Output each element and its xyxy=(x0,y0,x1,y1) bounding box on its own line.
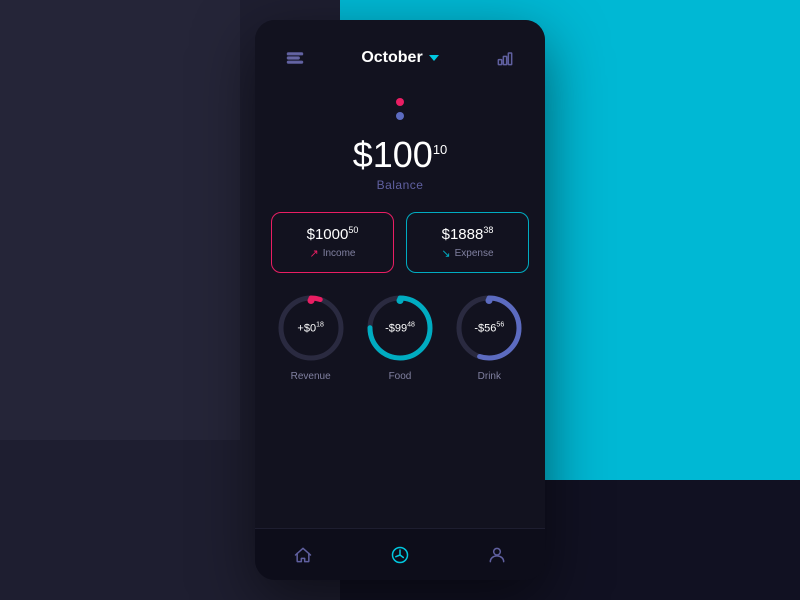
circle-ring-revenue: +$018 xyxy=(276,293,346,363)
expense-bottom: ↘ Expense xyxy=(441,247,493,260)
income-value: $1000 xyxy=(307,226,349,243)
nav-home[interactable] xyxy=(283,535,323,575)
expense-cents: 38 xyxy=(483,225,493,235)
circle-value-revenue: +$018 xyxy=(297,322,323,335)
circle-label-revenue: Revenue xyxy=(291,371,331,382)
menu-icon[interactable] xyxy=(275,38,315,78)
phone-card: October $10010 Balance xyxy=(255,20,545,580)
main-content: $10010 Balance $100050 ↗ Income $188838 xyxy=(255,88,545,528)
balance-cents: 10 xyxy=(433,142,447,157)
circle-ring-food: -$9948 xyxy=(365,293,435,363)
dot-red xyxy=(396,98,404,106)
circle-revenue[interactable]: +$018 Revenue xyxy=(276,293,346,382)
month-selector[interactable]: October xyxy=(361,49,438,67)
expense-value: $1888 xyxy=(442,226,484,243)
dot-blue xyxy=(396,112,404,120)
circles-row: +$018 Revenue -$9948 Food -$5656 xyxy=(271,293,529,382)
circle-value-drink: -$5656 xyxy=(474,322,504,335)
income-arrow-icon: ↗ xyxy=(309,247,318,260)
cards-row: $100050 ↗ Income $188838 ↘ Expense xyxy=(271,212,529,273)
circle-dot-food xyxy=(396,297,403,304)
circle-food[interactable]: -$9948 Food xyxy=(365,293,435,382)
expense-amount: $188838 xyxy=(442,225,494,243)
header: October xyxy=(255,20,545,88)
dropdown-arrow-icon xyxy=(429,55,439,61)
expense-label: Expense xyxy=(455,248,494,259)
circle-dot-drink xyxy=(486,297,493,304)
nav-profile[interactable] xyxy=(477,535,517,575)
expense-arrow-icon: ↘ xyxy=(441,247,450,260)
dots-indicator xyxy=(396,98,404,120)
bottom-nav xyxy=(255,528,545,580)
balance-main: $100 xyxy=(353,134,433,175)
balance-label: Balance xyxy=(353,178,448,192)
circle-value-food: -$9948 xyxy=(385,322,415,335)
income-label: Income xyxy=(323,248,356,259)
circle-label-drink: Drink xyxy=(478,371,501,382)
month-label: October xyxy=(361,49,422,67)
balance-section: $10010 Balance xyxy=(353,134,448,192)
circle-dot-revenue xyxy=(307,297,314,304)
income-cents: 50 xyxy=(348,225,358,235)
stats-icon[interactable] xyxy=(485,38,525,78)
income-card[interactable]: $100050 ↗ Income xyxy=(271,212,394,273)
balance-amount: $10010 xyxy=(353,134,448,176)
circle-label-food: Food xyxy=(389,371,412,382)
circle-ring-drink: -$5656 xyxy=(454,293,524,363)
income-amount: $100050 xyxy=(307,225,359,243)
expense-card[interactable]: $188838 ↘ Expense xyxy=(406,212,529,273)
income-bottom: ↗ Income xyxy=(309,247,355,260)
background-left-inner xyxy=(0,0,240,440)
nav-chart[interactable] xyxy=(380,535,420,575)
circle-drink[interactable]: -$5656 Drink xyxy=(454,293,524,382)
